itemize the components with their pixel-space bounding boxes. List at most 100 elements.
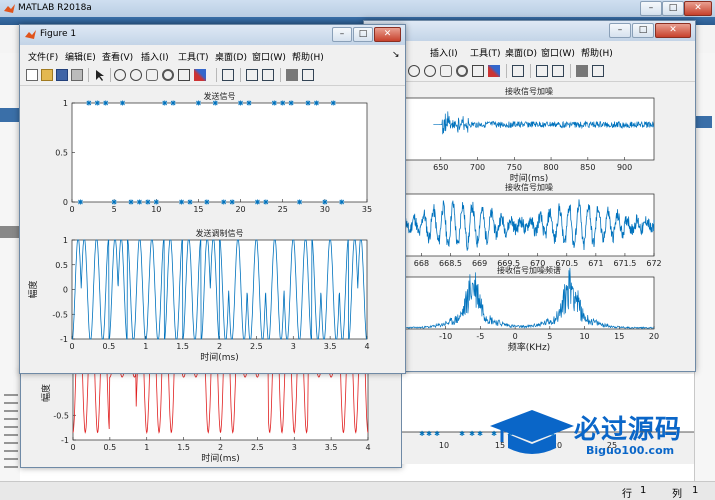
data-point: ✱	[459, 430, 465, 438]
close-button[interactable]: ✕	[684, 1, 712, 16]
figure1-maximize-button[interactable]: □	[353, 27, 373, 42]
x-tick-label: 0	[513, 332, 518, 341]
brush-icon[interactable]	[488, 65, 500, 77]
y-tick-label: 1	[63, 99, 68, 108]
zoom-in-icon[interactable]	[114, 69, 126, 81]
x-tick-label: 700	[470, 163, 485, 172]
link-plot-icon[interactable]	[512, 65, 524, 77]
figure1-close-button[interactable]: ✕	[374, 27, 401, 42]
menu-edit[interactable]: 编辑(E)	[65, 50, 96, 63]
new-figure-icon[interactable]	[26, 69, 38, 81]
y-axis-label: 幅度	[27, 280, 39, 298]
menu-window[interactable]: 窗口(W)	[252, 50, 286, 63]
figure1-plots: 发送信号0 5 10 15 20 25 30 3500.51发送调制信号0 0.5 1 1.5 2 2.…	[27, 91, 372, 363]
x-axis-label: 时间(ms)	[200, 351, 238, 363]
toolbar-separator	[110, 68, 111, 82]
figure1-window[interactable]: Figure 1 – □ ✕ 文件(F) 编辑(E) 查看(V) 插入(I) 工…	[19, 24, 406, 374]
watermark: 必过源码 Biguo100.com	[488, 408, 708, 468]
data-point	[246, 100, 252, 106]
figure2-menu-help[interactable]: 帮助(H)	[581, 46, 613, 59]
maximize-button[interactable]: □	[662, 1, 684, 16]
y-tick-label: -1	[61, 436, 69, 445]
figure1-title: Figure 1	[40, 29, 77, 39]
figure3-window[interactable]: 0 0.5 1 1.5 2 2.5 3 3.5 4 -1 -0.5 时间(ms) 幅度	[20, 340, 402, 468]
x-tick-label: 2.5	[251, 443, 264, 452]
figure2-menu-window[interactable]: 窗口(W)	[541, 46, 575, 59]
x-tick-label: 10	[439, 441, 449, 450]
show-plot-tools-icon[interactable]	[302, 69, 314, 81]
y-tick-label: 0.5	[55, 149, 68, 158]
x-tick-label: 20	[649, 332, 659, 341]
print-icon[interactable]	[71, 69, 83, 81]
menu-file[interactable]: 文件(F)	[28, 50, 58, 63]
data-cursor-icon[interactable]	[178, 69, 190, 81]
x-tick-label: 0.5	[103, 342, 116, 351]
menu-insert[interactable]: 插入(I)	[141, 50, 169, 63]
toolbar-separator	[530, 64, 531, 78]
panel-strip-grey	[0, 226, 20, 238]
figure2-maximize-button[interactable]: □	[632, 23, 654, 38]
figure2-close-button[interactable]: ✕	[655, 23, 691, 38]
menu-help[interactable]: 帮助(H)	[292, 50, 324, 63]
figure2-menu-insert[interactable]: 插入(I)	[430, 46, 458, 59]
y-axis-label: 幅度	[40, 384, 52, 402]
data-point	[145, 199, 151, 205]
data-point	[313, 100, 319, 106]
chart-title: 接收信号加噪频谱	[497, 265, 561, 275]
pan-icon[interactable]	[440, 65, 452, 77]
edit-plot-icon[interactable]	[94, 69, 106, 81]
x-tick-label: 2	[218, 443, 223, 452]
figure2-menu-desktop[interactable]: 桌面(D)	[505, 46, 537, 59]
open-file-icon[interactable]	[41, 69, 53, 81]
figure2-titlebar[interactable]: – □ ✕	[364, 21, 695, 41]
x-tick-label: 671.5	[613, 259, 636, 268]
data-point	[86, 100, 92, 106]
data-point: ✱	[419, 430, 425, 438]
data-point	[288, 100, 294, 106]
x-tick-label: 900	[617, 163, 632, 172]
show-plot-tools-icon[interactable]	[592, 65, 604, 77]
zoom-in-icon[interactable]	[408, 65, 420, 77]
figure2-window[interactable]: – □ ✕ 插入(I) 工具(T) 桌面(D) 窗口(W) 帮助(H) 接收信号…	[363, 20, 696, 372]
x-axis-label: 频率(KHz)	[508, 341, 550, 353]
zoom-out-icon[interactable]	[130, 69, 142, 81]
matlab-statusbar: 行 1 列 1	[0, 481, 715, 500]
data-point	[339, 199, 345, 205]
panel-strip-right	[696, 116, 712, 128]
zoom-out-icon[interactable]	[424, 65, 436, 77]
graduation-cap-icon	[490, 410, 574, 454]
menu-tools[interactable]: 工具(T)	[178, 50, 209, 63]
x-tick-label: 1	[143, 342, 148, 351]
figure2-menu-tools[interactable]: 工具(T)	[470, 46, 501, 59]
legend-icon[interactable]	[262, 69, 274, 81]
figure1-minimize-button[interactable]: –	[332, 27, 352, 42]
y-tick-label: -1	[60, 335, 68, 344]
minimize-button[interactable]: –	[640, 1, 662, 16]
status-line-label: 行	[622, 489, 632, 500]
colorbar-icon[interactable]	[246, 69, 258, 81]
figure1-menubar: 文件(F) 编辑(E) 查看(V) 插入(I) 工具(T) 桌面(D) 窗口(W…	[20, 45, 405, 65]
hide-plot-tools-icon[interactable]	[286, 69, 298, 81]
matlab-titlebar[interactable]: MATLAB R2018a – □ ✕	[0, 0, 715, 17]
matlab-title: MATLAB R2018a	[18, 3, 92, 13]
dock-arrow-icon[interactable]: ↘	[392, 50, 400, 60]
rotate-icon[interactable]	[162, 69, 174, 81]
data-point	[128, 199, 134, 205]
menu-desktop[interactable]: 桌面(D)	[215, 50, 247, 63]
brush-icon[interactable]	[194, 69, 206, 81]
data-cursor-icon[interactable]	[472, 65, 484, 77]
x-tick-label: 669	[472, 259, 487, 268]
link-plot-icon[interactable]	[222, 69, 234, 81]
figure2-minimize-button[interactable]: –	[609, 23, 631, 38]
figure1-titlebar[interactable]: Figure 1 – □ ✕	[20, 25, 405, 45]
save-icon[interactable]	[56, 69, 68, 81]
hide-plot-tools-icon[interactable]	[576, 65, 588, 77]
colorbar-icon[interactable]	[536, 65, 548, 77]
legend-icon[interactable]	[552, 65, 564, 77]
pan-icon[interactable]	[146, 69, 158, 81]
x-tick-label: 5	[112, 205, 117, 214]
rotate-icon[interactable]	[456, 65, 468, 77]
x-tick-label: 3.5	[325, 443, 338, 452]
menu-view[interactable]: 查看(V)	[102, 50, 133, 63]
data-point	[322, 199, 328, 205]
